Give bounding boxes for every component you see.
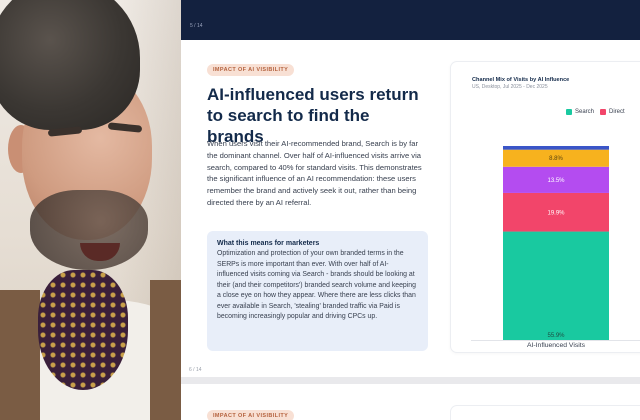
x-category-label: AI-Influenced Visits: [526, 342, 586, 349]
previous-slide-bottom[interactable]: 5 / 14: [181, 0, 640, 40]
callout-heading: What this means for marketers: [217, 240, 320, 247]
data-label-search: 55.9%: [547, 333, 565, 339]
page-indicator: 5 / 14: [190, 23, 203, 29]
callout-text: Optimization and protection of your own …: [217, 250, 416, 320]
section-tag: IMPACT OF AI VISIBILITY: [207, 64, 295, 76]
slide-viewer[interactable]: 5 / 14 IMPACT OF AI VISIBILITY AI-influe…: [181, 0, 640, 420]
data-label-direct: 19.9%: [547, 210, 565, 216]
webcam-video: [0, 0, 181, 420]
slide-body-text: When users visit their AI-recommended br…: [207, 139, 422, 207]
next-slide[interactable]: IMPACT OF AI VISIBILITY: [181, 384, 640, 420]
presenter-jacket-right: [150, 280, 181, 420]
data-label-series-3: 13.5%: [547, 178, 565, 184]
marketers-callout: What this means for marketers Optimizati…: [207, 231, 428, 351]
stacked-bar-chart: 55.9% 19.9% 13.5% 8.8%: [471, 146, 640, 341]
presenter-jacket-left: [0, 290, 40, 420]
presenter-scarf: [38, 270, 128, 390]
bar-segment-search: [503, 231, 609, 340]
next-chart-card: [451, 406, 640, 420]
data-label-series-4: 8.8%: [549, 156, 563, 162]
next-section-tag: IMPACT OF AI VISIBILITY: [207, 410, 295, 420]
slide-page-indicator: 6 / 14: [189, 367, 202, 373]
current-slide[interactable]: IMPACT OF AI VISIBILITY AI-influenced us…: [181, 40, 640, 377]
bar-segment-series-5: [503, 146, 609, 150]
chart-card: Channel Mix of Visits by AI Influence US…: [451, 62, 640, 352]
presenter-hair: [0, 0, 140, 130]
